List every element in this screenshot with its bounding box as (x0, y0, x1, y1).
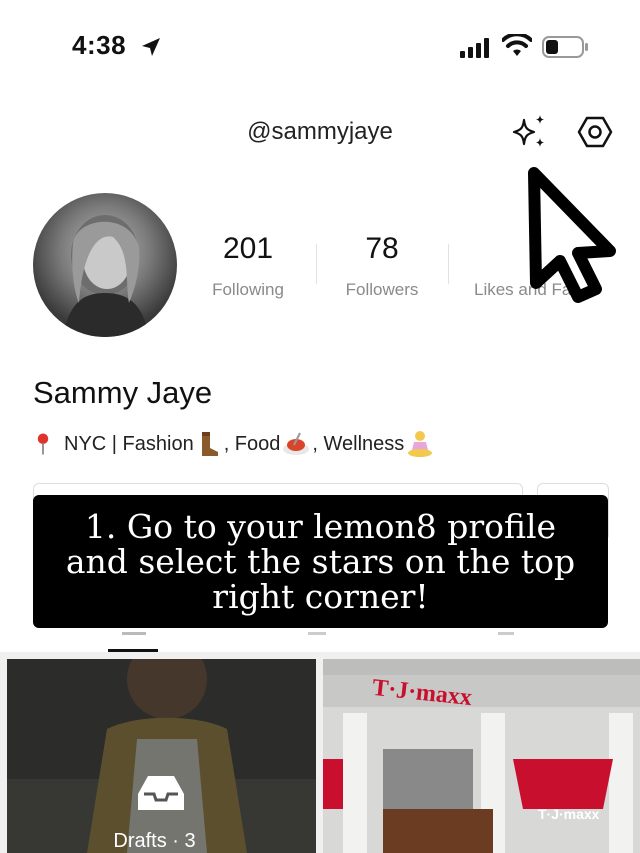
settings-hexagon-icon[interactable] (577, 114, 613, 150)
bio-food: , Food (223, 432, 281, 455)
drafts-photo (7, 659, 316, 853)
sparkle-icon[interactable] (508, 112, 550, 152)
pin-icon (37, 433, 49, 455)
drafts-label: Drafts · 3 (113, 830, 196, 852)
drafts-tile[interactable] (7, 659, 316, 853)
instruction-caption: 1. Go to your lemon8 profile and select … (33, 495, 608, 628)
following-label: Following (212, 280, 284, 299)
profile-bio: NYC | Fashion , Food , Wellness (36, 430, 434, 458)
bio-wellness: , Wellness (312, 432, 405, 455)
stat-followers[interactable]: 78 Followers (317, 232, 447, 300)
followers-label: Followers (345, 280, 419, 299)
following-count: 201 (222, 232, 274, 265)
status-time: 4:38 (72, 30, 127, 60)
caption-line-1: 1. Go to your lemon8 profile (84, 507, 557, 546)
meditation-emoji (408, 431, 433, 457)
profile-name: Sammy Jaye (33, 375, 213, 410)
store-photo-tile[interactable] (323, 659, 640, 853)
pointer-cursor-icon (528, 167, 616, 303)
caption-line-2: and select the stars on the top (65, 542, 576, 581)
avatar[interactable] (33, 193, 177, 337)
location-arrow-icon (142, 38, 160, 56)
signal-icon (460, 38, 489, 58)
boot-emoji (201, 432, 218, 456)
stat-following[interactable]: 201 Following (183, 232, 313, 300)
drafts-tray-icon (138, 776, 184, 810)
wifi-icon (502, 34, 532, 56)
battery-icon (542, 36, 588, 58)
caption-line-3: right corner! (212, 577, 429, 616)
store-sign-small: T·J·maxx (538, 806, 600, 822)
bio-location: NYC | Fashion (64, 432, 194, 455)
followers-count: 78 (365, 232, 399, 265)
pasta-emoji (283, 432, 310, 455)
store-photo (323, 659, 640, 853)
avatar-photo (63, 215, 149, 337)
stat-divider (448, 244, 449, 284)
